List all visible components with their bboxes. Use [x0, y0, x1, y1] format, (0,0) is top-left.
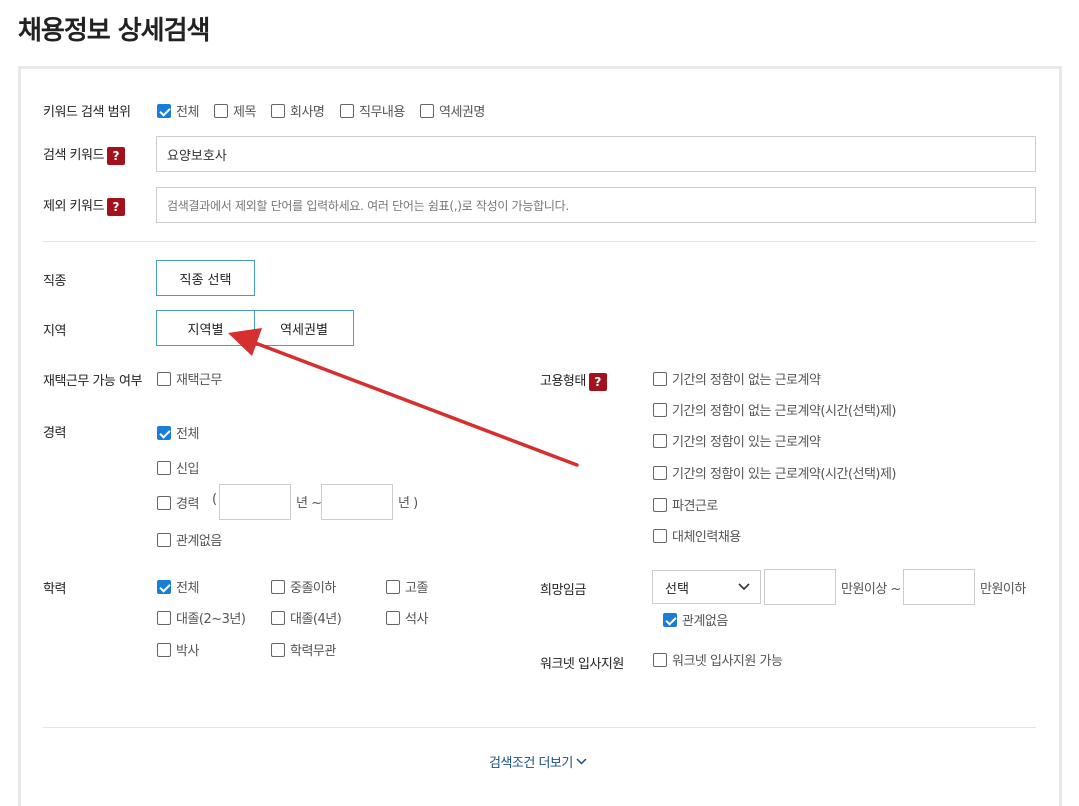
scope-duty-checkbox[interactable] — [340, 103, 354, 118]
worknet-apply-option[interactable]: 워크넷 입사지원 가능 — [653, 650, 783, 669]
employment-checkbox[interactable] — [653, 497, 667, 512]
education-checkbox[interactable] — [386, 579, 400, 594]
question-icon[interactable]: ? — [106, 197, 125, 216]
job-type-select-button[interactable]: 직종 선택 — [156, 260, 255, 296]
career-from-years-input[interactable] — [219, 484, 291, 520]
career-from-unit: 년 ~ — [296, 496, 322, 511]
salary-max-input[interactable] — [903, 569, 975, 605]
salary-no-matter-checkbox[interactable] — [663, 612, 677, 627]
salary-max-unit: 만원이하 — [980, 582, 1026, 597]
employment-option[interactable]: 기간의 정함이 있는 근로계약 — [653, 431, 821, 450]
keyword-scope-label: 키워드 검색 범위 — [43, 105, 131, 120]
question-icon[interactable]: ? — [588, 372, 607, 391]
region-tab-by-station[interactable]: 역세권별 — [254, 310, 354, 346]
scope-company-checkbox[interactable] — [271, 103, 285, 118]
search-keyword-label-wrap: 검색 키워드? — [43, 144, 125, 165]
search-keyword-label: 검색 키워드 — [43, 148, 104, 163]
education-option[interactable]: 전체 — [157, 577, 199, 596]
exclude-keyword-label-wrap: 제외 키워드? — [43, 195, 125, 216]
scope-title-checkbox[interactable] — [214, 103, 228, 118]
salary-min-unit: 만원이상 ~ — [841, 582, 901, 597]
education-option[interactable]: 석사 — [386, 608, 428, 627]
education-checkbox[interactable] — [157, 579, 171, 594]
career-to-years-input[interactable] — [321, 484, 393, 520]
education-checkbox[interactable] — [157, 610, 171, 625]
scope-option-station[interactable]: 역세권명 — [420, 101, 485, 120]
education-checkbox[interactable] — [386, 610, 400, 625]
employment-option[interactable]: 기간의 정함이 있는 근로계약(시간(선택)제) — [653, 463, 897, 482]
salary-min-input[interactable] — [764, 569, 836, 605]
education-option[interactable]: 중졸이하 — [271, 577, 336, 596]
career-to-unit: 년 ) — [398, 496, 418, 511]
career-new-checkbox[interactable] — [157, 460, 171, 475]
education-checkbox[interactable] — [157, 642, 171, 657]
scope-all-checkbox[interactable] — [157, 103, 171, 118]
employment-type-label-wrap: 고용형태? — [540, 370, 607, 391]
salary-type-select[interactable]: 선택 — [652, 570, 761, 604]
chevron-down-icon — [738, 580, 750, 595]
employment-type-label: 고용형태 — [540, 374, 586, 389]
employment-checkbox[interactable] — [653, 433, 667, 448]
section-divider — [43, 727, 1036, 728]
employment-checkbox[interactable] — [653, 465, 667, 480]
job-type-label: 직종 — [43, 274, 66, 289]
career-experienced-checkbox[interactable] — [157, 495, 171, 510]
scope-option-all[interactable]: 전체 — [157, 101, 199, 120]
education-checkbox[interactable] — [271, 610, 285, 625]
remote-label: 재택근무 가능 여부 — [43, 374, 142, 389]
career-label: 경력 — [43, 426, 66, 441]
education-option[interactable]: 대졸(2~3년) — [157, 608, 246, 627]
scope-option-title[interactable]: 제목 — [214, 101, 256, 120]
career-option-any[interactable]: 관계없음 — [157, 530, 222, 549]
exclude-keyword-label: 제외 키워드 — [43, 199, 104, 214]
region-label: 지역 — [43, 324, 66, 339]
career-option-new[interactable]: 신입 — [157, 458, 199, 477]
employment-checkbox[interactable] — [653, 402, 667, 417]
search-keyword-input[interactable]: 요양보호사 — [156, 136, 1036, 172]
education-option[interactable]: 대졸(4년) — [271, 608, 342, 627]
section-divider — [43, 241, 1036, 242]
salary-label: 희망임금 — [540, 583, 586, 598]
career-any-checkbox[interactable] — [157, 532, 171, 547]
employment-option[interactable]: 대체인력채용 — [653, 526, 741, 545]
employment-checkbox[interactable] — [653, 528, 667, 543]
salary-select-value: 선택 — [665, 581, 689, 597]
education-option[interactable]: 박사 — [157, 640, 199, 659]
more-conditions-label: 검색조건 더보기 — [489, 756, 573, 771]
employment-option[interactable]: 기간의 정함이 없는 근로계약 — [653, 369, 821, 388]
remote-option[interactable]: 재택근무 — [157, 369, 222, 388]
employment-checkbox[interactable] — [653, 371, 667, 386]
question-icon[interactable]: ? — [106, 146, 125, 165]
page-title: 채용정보 상세검색 — [18, 16, 210, 46]
remote-checkbox[interactable] — [157, 371, 171, 386]
exclude-keyword-input[interactable]: 검색결과에서 제외할 단어를 입력하세요. 여러 단어는 쉼표(,)로 작성이 … — [156, 187, 1036, 223]
education-checkbox[interactable] — [271, 579, 285, 594]
region-tab-by-area[interactable]: 지역별 — [156, 310, 255, 346]
more-conditions-link[interactable]: 검색조건 더보기 — [489, 752, 587, 771]
scope-option-company[interactable]: 회사명 — [271, 101, 325, 120]
career-range-open: ( — [212, 492, 217, 507]
chevron-down-icon — [576, 758, 587, 765]
career-option-all[interactable]: 전체 — [157, 423, 199, 442]
career-option-experienced[interactable]: 경력 — [157, 493, 199, 512]
career-all-checkbox[interactable] — [157, 425, 171, 440]
employment-option[interactable]: 파견근로 — [653, 495, 718, 514]
worknet-apply-label: 워크넷 입사지원 — [540, 657, 624, 672]
salary-no-matter-option[interactable]: 관계없음 — [663, 610, 728, 629]
employment-option[interactable]: 기간의 정함이 없는 근로계약(시간(선택)제) — [653, 400, 897, 419]
education-label: 학력 — [43, 582, 66, 597]
education-checkbox[interactable] — [271, 642, 285, 657]
scope-option-duty[interactable]: 직무내용 — [340, 101, 405, 120]
education-option[interactable]: 고졸 — [386, 577, 428, 596]
scope-station-checkbox[interactable] — [420, 103, 434, 118]
education-option[interactable]: 학력무관 — [271, 640, 336, 659]
worknet-apply-checkbox[interactable] — [653, 652, 667, 667]
